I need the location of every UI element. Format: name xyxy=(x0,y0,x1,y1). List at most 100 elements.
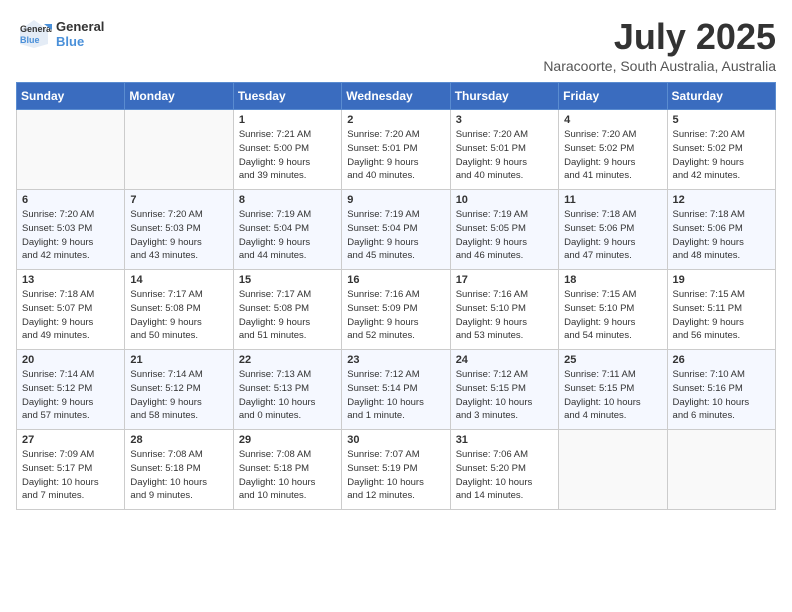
day-number: 14 xyxy=(130,274,227,286)
logo-general: General xyxy=(56,19,104,34)
calendar-cell: 14Sunrise: 7:17 AM Sunset: 5:08 PM Dayli… xyxy=(125,270,233,350)
svg-text:Blue: Blue xyxy=(20,35,40,45)
day-number: 23 xyxy=(347,354,444,366)
day-number: 18 xyxy=(564,274,661,286)
calendar-cell: 12 Sunrise: 7:18 AM Sunset: 5:06 PM Dayli… xyxy=(667,190,775,270)
day-info: Sunrise: 7:20 AM Sunset: 5:01 PM Dayligh… xyxy=(456,128,553,183)
weekday-header-tuesday: Tuesday xyxy=(233,83,341,110)
day-info: Sunrise: 7:18 AM Sunset: 5:06 PM Dayligh… xyxy=(564,208,661,263)
calendar-cell xyxy=(17,110,125,190)
day-number: 30 xyxy=(347,434,444,446)
day-info: Sunrise: 7:14 AM Sunset: 5:12 PM Dayligh… xyxy=(22,368,119,423)
day-number: 19 xyxy=(673,274,770,286)
calendar-cell: 29 Sunrise: 7:08 AM Sunset: 5:18 PM Dayli… xyxy=(233,430,341,510)
calendar-cell xyxy=(559,430,667,510)
day-info: Sunrise: 7:16 AM Sunset: 5:10 PM Dayligh… xyxy=(456,288,553,343)
day-info: Sunrise: 7:21 AM Sunset: 5:00 PM Dayligh… xyxy=(239,128,336,183)
day-number: 13 xyxy=(22,274,119,286)
day-number: 22 xyxy=(239,354,336,366)
day-info: Sunrise: 7:06 AM Sunset: 5:20 PM Dayligh… xyxy=(456,448,553,503)
day-number: 17 xyxy=(456,274,553,286)
day-info: Sunrise: 7:12 AM Sunset: 5:14 PM Dayligh… xyxy=(347,368,444,423)
calendar-cell: 16Sunrise: 7:16 AM Sunset: 5:09 PM Dayli… xyxy=(342,270,450,350)
day-number: 5 xyxy=(673,114,770,126)
calendar-cell: 8 Sunrise: 7:19 AM Sunset: 5:04 PM Daylig… xyxy=(233,190,341,270)
day-info: Sunrise: 7:20 AM Sunset: 5:01 PM Dayligh… xyxy=(347,128,444,183)
logo-blue: Blue xyxy=(56,34,104,49)
day-info: Sunrise: 7:09 AM Sunset: 5:17 PM Dayligh… xyxy=(22,448,119,503)
day-info: Sunrise: 7:20 AM Sunset: 5:02 PM Dayligh… xyxy=(673,128,770,183)
day-info: Sunrise: 7:20 AM Sunset: 5:02 PM Dayligh… xyxy=(564,128,661,183)
calendar-cell: 10 Sunrise: 7:19 AM Sunset: 5:05 PM Dayli… xyxy=(450,190,558,270)
calendar-table: SundayMondayTuesdayWednesdayThursdayFrid… xyxy=(16,82,776,510)
day-info: Sunrise: 7:12 AM Sunset: 5:15 PM Dayligh… xyxy=(456,368,553,423)
day-number: 11 xyxy=(564,194,661,206)
day-number: 3 xyxy=(456,114,553,126)
day-info: Sunrise: 7:07 AM Sunset: 5:19 PM Dayligh… xyxy=(347,448,444,503)
day-number: 20 xyxy=(22,354,119,366)
day-info: Sunrise: 7:20 AM Sunset: 5:03 PM Dayligh… xyxy=(22,208,119,263)
calendar-cell: 3 Sunrise: 7:20 AM Sunset: 5:01 PM Daylig… xyxy=(450,110,558,190)
day-info: Sunrise: 7:19 AM Sunset: 5:05 PM Dayligh… xyxy=(456,208,553,263)
logo: General Blue General Blue xyxy=(16,16,104,52)
day-number: 25 xyxy=(564,354,661,366)
day-number: 29 xyxy=(239,434,336,446)
calendar-cell: 25 Sunrise: 7:11 AM Sunset: 5:15 PM Dayli… xyxy=(559,350,667,430)
calendar-cell xyxy=(125,110,233,190)
weekday-header-friday: Friday xyxy=(559,83,667,110)
day-info: Sunrise: 7:16 AM Sunset: 5:09 PM Dayligh… xyxy=(347,288,444,343)
day-number: 31 xyxy=(456,434,553,446)
day-info: Sunrise: 7:20 AM Sunset: 5:03 PM Dayligh… xyxy=(130,208,227,263)
day-info: Sunrise: 7:11 AM Sunset: 5:15 PM Dayligh… xyxy=(564,368,661,423)
calendar-cell: 27Sunrise: 7:09 AM Sunset: 5:17 PM Dayli… xyxy=(17,430,125,510)
calendar-cell: 31 Sunrise: 7:06 AM Sunset: 5:20 PM Dayli… xyxy=(450,430,558,510)
day-info: Sunrise: 7:14 AM Sunset: 5:12 PM Dayligh… xyxy=(130,368,227,423)
day-number: 28 xyxy=(130,434,227,446)
title-block: July 2025 Naracoorte, South Australia, A… xyxy=(543,16,776,74)
weekday-header-monday: Monday xyxy=(125,83,233,110)
calendar-cell: 5 Sunrise: 7:20 AM Sunset: 5:02 PM Daylig… xyxy=(667,110,775,190)
day-number: 6 xyxy=(22,194,119,206)
calendar-cell: 15 Sunrise: 7:17 AM Sunset: 5:08 PM Dayli… xyxy=(233,270,341,350)
calendar-cell: 20 Sunrise: 7:14 AM Sunset: 5:12 PM Dayli… xyxy=(17,350,125,430)
day-info: Sunrise: 7:18 AM Sunset: 5:06 PM Dayligh… xyxy=(673,208,770,263)
location-title: Naracoorte, South Australia, Australia xyxy=(543,58,776,74)
day-info: Sunrise: 7:08 AM Sunset: 5:18 PM Dayligh… xyxy=(239,448,336,503)
calendar-cell: 30 Sunrise: 7:07 AM Sunset: 5:19 PM Dayli… xyxy=(342,430,450,510)
day-number: 9 xyxy=(347,194,444,206)
calendar-cell: 22 Sunrise: 7:13 AM Sunset: 5:13 PM Dayli… xyxy=(233,350,341,430)
weekday-header-sunday: Sunday xyxy=(17,83,125,110)
calendar-cell: 23 Sunrise: 7:12 AM Sunset: 5:14 PM Dayli… xyxy=(342,350,450,430)
day-number: 4 xyxy=(564,114,661,126)
calendar-cell: 24 Sunrise: 7:12 AM Sunset: 5:15 PM Dayli… xyxy=(450,350,558,430)
calendar-cell: 26Sunrise: 7:10 AM Sunset: 5:16 PM Dayli… xyxy=(667,350,775,430)
calendar-cell: 1Sunrise: 7:21 AM Sunset: 5:00 PM Daylig… xyxy=(233,110,341,190)
day-number: 15 xyxy=(239,274,336,286)
day-number: 12 xyxy=(673,194,770,206)
weekday-header-wednesday: Wednesday xyxy=(342,83,450,110)
calendar-cell: 11 Sunrise: 7:18 AM Sunset: 5:06 PM Dayli… xyxy=(559,190,667,270)
day-info: Sunrise: 7:17 AM Sunset: 5:08 PM Dayligh… xyxy=(239,288,336,343)
day-number: 10 xyxy=(456,194,553,206)
calendar-cell: 28 Sunrise: 7:08 AM Sunset: 5:18 PM Dayli… xyxy=(125,430,233,510)
day-number: 21 xyxy=(130,354,227,366)
calendar-cell: 13Sunrise: 7:18 AM Sunset: 5:07 PM Dayli… xyxy=(17,270,125,350)
day-info: Sunrise: 7:19 AM Sunset: 5:04 PM Dayligh… xyxy=(347,208,444,263)
calendar-cell: 6 Sunrise: 7:20 AM Sunset: 5:03 PM Daylig… xyxy=(17,190,125,270)
day-info: Sunrise: 7:08 AM Sunset: 5:18 PM Dayligh… xyxy=(130,448,227,503)
day-number: 8 xyxy=(239,194,336,206)
month-title: July 2025 xyxy=(543,16,776,58)
calendar-cell: 18Sunrise: 7:15 AM Sunset: 5:10 PM Dayli… xyxy=(559,270,667,350)
calendar-cell: 2Sunrise: 7:20 AM Sunset: 5:01 PM Daylig… xyxy=(342,110,450,190)
calendar-cell: 7Sunrise: 7:20 AM Sunset: 5:03 PM Daylig… xyxy=(125,190,233,270)
page-header: General Blue General Blue July 2025 Nara… xyxy=(16,16,776,74)
calendar-cell xyxy=(667,430,775,510)
day-info: Sunrise: 7:19 AM Sunset: 5:04 PM Dayligh… xyxy=(239,208,336,263)
calendar-cell: 4 Sunrise: 7:20 AM Sunset: 5:02 PM Daylig… xyxy=(559,110,667,190)
day-info: Sunrise: 7:13 AM Sunset: 5:13 PM Dayligh… xyxy=(239,368,336,423)
calendar-cell: 19 Sunrise: 7:15 AM Sunset: 5:11 PM Dayli… xyxy=(667,270,775,350)
weekday-header-saturday: Saturday xyxy=(667,83,775,110)
calendar-cell: 9 Sunrise: 7:19 AM Sunset: 5:04 PM Daylig… xyxy=(342,190,450,270)
day-number: 24 xyxy=(456,354,553,366)
day-info: Sunrise: 7:15 AM Sunset: 5:11 PM Dayligh… xyxy=(673,288,770,343)
